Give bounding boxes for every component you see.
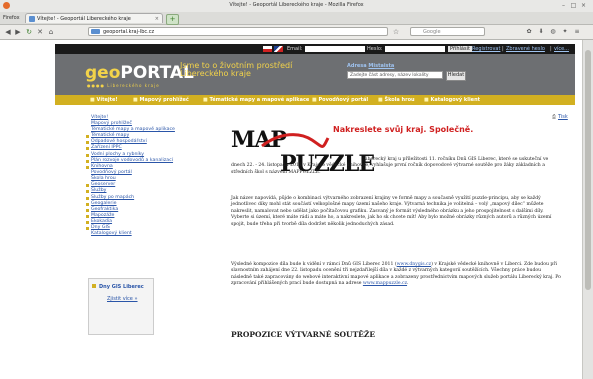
email-label: Email:: [287, 46, 303, 52]
tab-bar: Firefox Vítejte! - Geoportál Libereckého…: [0, 12, 593, 25]
czech-flag-icon[interactable]: [263, 46, 272, 52]
sidebar-item-ippc[interactable]: Zařízení IPPC: [91, 145, 122, 151]
dny-gis-link[interactable]: Zjistit více »: [107, 296, 138, 302]
article-headline: Nakreslete svůj kraj. Společně.: [333, 125, 474, 134]
close-window-icon[interactable]: ×: [580, 2, 587, 9]
browser-tab[interactable]: Vítejte! - Geoportál Libereckého kraje ×: [25, 13, 163, 23]
new-tab-button[interactable]: +: [166, 14, 179, 25]
bullet-icon: [86, 221, 89, 224]
sync-icon[interactable]: ◍: [549, 28, 557, 36]
page-favicon-icon: [29, 16, 35, 22]
bullet-icon: [86, 166, 89, 169]
login-button[interactable]: Přihlásit: [448, 46, 472, 52]
print-icon[interactable]: ⎙: [552, 114, 556, 120]
bullet-icon: [86, 227, 89, 230]
address-search-button[interactable]: Hledat: [446, 71, 466, 81]
address-search-label: Adresa Mistaista: [347, 63, 395, 69]
bullet-icon: [86, 197, 89, 200]
bullet-icon: [86, 141, 89, 144]
site-tagline: Jsme to o životním prostředí Libereckého…: [180, 61, 293, 78]
menu-item-school[interactable]: ■ Škola hrou: [378, 96, 415, 104]
dnygis-link[interactable]: www.dnygis.cz: [397, 262, 431, 267]
menu-icon[interactable]: ≡: [573, 28, 581, 36]
extension-icon[interactable]: ✦: [561, 28, 569, 36]
menu-item-welcome[interactable]: ■ Vítejte!: [90, 96, 118, 104]
maximize-icon[interactable]: □: [570, 2, 577, 9]
bullet-icon: [86, 190, 89, 193]
bullet-icon: [86, 154, 89, 157]
password-label: Heslo:: [367, 46, 383, 52]
logo-subtitle: ●●●● Libereckého kraje: [87, 83, 160, 88]
register-link[interactable]: Registrovat: [472, 45, 500, 53]
sidebar-item-services[interactable]: Služby: [91, 188, 106, 194]
bullet-icon: [92, 284, 96, 288]
menu-item-map-viewer[interactable]: ■ Mapový prohlížeč: [133, 96, 189, 104]
site-logo[interactable]: geoPORTAL: [85, 63, 194, 83]
firefox-menu-button[interactable]: Firefox: [3, 14, 20, 22]
site-identity-icon[interactable]: [91, 29, 100, 34]
menu-item-thematic-maps[interactable]: ■ Tématické mapy a mapové aplikace: [203, 96, 309, 104]
search-bar[interactable]: Google: [410, 27, 485, 36]
window-title: Vítejte! - Geoportál Libereckého kraje -…: [229, 2, 364, 8]
bullet-icon: [86, 147, 89, 150]
navigation-bar: ◀ ▶ ↻ ✕ ⌂ geoportal.kraj-lbc.cz ☆ Google…: [0, 25, 593, 60]
mappuzzle-link[interactable]: www.mappuzzle.cz: [363, 281, 407, 286]
article-paragraph-3: Výsledné kompozice díla bude k vidění v …: [231, 262, 561, 287]
english-flag-icon[interactable]: [274, 46, 283, 52]
menu-item-catalog[interactable]: ■ Katalogový klient: [424, 96, 480, 104]
bullet-icon: [86, 184, 89, 187]
section-title: PROPOZICE VÝTVARNÉ SOUTĚŽE: [231, 330, 376, 339]
bullet-icon: [86, 160, 89, 163]
login-strip: Email: Heslo: Přihlásit Registrovat | Zb…: [55, 44, 575, 54]
close-tab-icon[interactable]: ×: [155, 14, 159, 23]
bookmark-star-icon[interactable]: ☆: [392, 28, 400, 36]
download-icon[interactable]: ⬇: [537, 28, 545, 36]
dny-gis-title: Dny GIS Liberec: [99, 284, 144, 290]
bullet-icon: [86, 135, 89, 138]
minimize-icon[interactable]: –: [560, 2, 567, 9]
forward-icon[interactable]: ▶: [14, 28, 22, 36]
page-scrollbar[interactable]: [582, 40, 593, 379]
stop-icon[interactable]: ✕: [36, 28, 44, 36]
logo-geo: geo: [85, 63, 121, 83]
home-icon[interactable]: ⌂: [47, 28, 55, 36]
back-icon[interactable]: ◀: [4, 28, 12, 36]
bullet-icon: [86, 209, 89, 212]
print-link[interactable]: Tisk: [558, 114, 568, 120]
url-bar[interactable]: geoportal.kraj-lbc.cz: [88, 27, 388, 36]
bullet-icon: [86, 215, 89, 218]
sidebar-item-catalog[interactable]: Katalogový klient: [91, 231, 132, 237]
forgot-password-link[interactable]: Zbravené heslo: [506, 45, 545, 53]
window-titlebar: Vítejte! - Geoportál Libereckého kraje -…: [0, 0, 593, 12]
reload-icon[interactable]: ↻: [25, 28, 33, 36]
more-link[interactable]: více...: [554, 45, 569, 53]
email-field[interactable]: [305, 46, 365, 52]
tab-title: Vítejte! - Geoportál Libereckého kraje: [37, 16, 131, 22]
menu-item-flood-portal[interactable]: ■ Povodňový portál: [312, 96, 368, 104]
bullet-icon: [86, 203, 89, 206]
scrollbar-thumb[interactable]: [585, 50, 591, 290]
address-search-input[interactable]: Zadejte část adresy, název lokality: [347, 71, 443, 79]
addon-icon[interactable]: ✿: [525, 28, 533, 36]
article-paragraph-2: Jak název napovídá, půjde o kombinaci vý…: [231, 196, 552, 227]
address-search-link[interactable]: Mistaista: [368, 63, 394, 69]
article-paragraph-1: Liberecký kraj u příležitosti 11. ročník…: [231, 157, 549, 175]
password-field[interactable]: [385, 46, 445, 52]
